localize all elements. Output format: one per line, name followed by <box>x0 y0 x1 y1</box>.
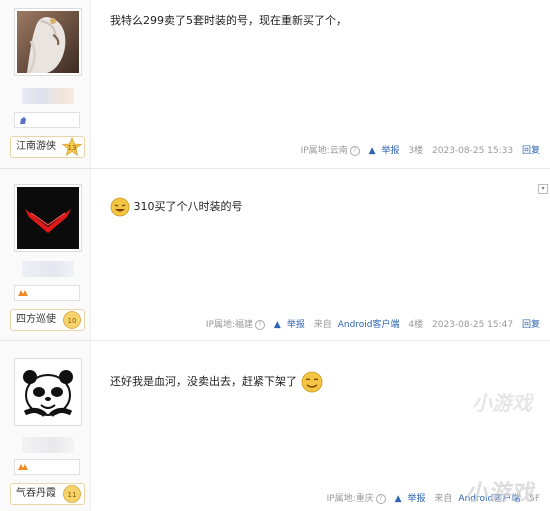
help-icon[interactable]: ? <box>349 145 360 156</box>
smug-emoji-icon <box>301 371 322 393</box>
level-number: 13 <box>68 144 77 152</box>
author-sidebar: 江南游侠 13 <box>0 0 91 168</box>
fan-badge-icon <box>18 290 28 296</box>
post-time: 2023-08-25 15:47 <box>432 320 514 330</box>
level-number: 11 <box>68 491 77 499</box>
avatar[interactable] <box>14 358 82 426</box>
post-time: 2023-08-25 15:33 <box>432 146 514 156</box>
title-badge[interactable]: 江南游侠 13 <box>10 136 85 158</box>
ip-location: IP属地:云南? <box>295 145 360 156</box>
title-badge[interactable]: 四方巡使 10 <box>10 309 85 331</box>
reply-link[interactable]: 回复 <box>522 320 540 330</box>
post-text: 还好我是血河，没卖出去，赶紧下架了 <box>110 375 297 388</box>
level-number: 10 <box>68 317 77 325</box>
author-sidebar: 气吞丹霞 11 <box>0 341 91 511</box>
post-meta: IP属地:云南? ▲ 举报 3楼 2023-08-25 15:33 回复 <box>289 143 540 156</box>
avatar[interactable] <box>14 184 82 252</box>
avatar-image <box>17 187 79 249</box>
help-icon[interactable]: ? <box>375 493 386 504</box>
report-link[interactable]: ▲ 举报 <box>395 494 426 504</box>
post-content: 还好我是血河，没卖出去，赶紧下架了 <box>110 371 323 393</box>
avatar[interactable] <box>14 8 82 76</box>
title-badge-label: 江南游侠 <box>16 141 56 152</box>
horse-badge-icon <box>20 117 26 124</box>
help-icon[interactable]: ? <box>255 319 266 330</box>
title-badge-label: 四方巡使 <box>16 314 56 325</box>
level-badge-icon: 10 <box>63 311 81 329</box>
title-badge-label: 气吞丹霞 <box>16 488 56 499</box>
post-content: 310买了个八时装的号 <box>110 197 243 217</box>
android-client-link[interactable]: Android客户端 <box>338 320 400 330</box>
fan-badge-icon <box>18 464 28 470</box>
reply-link[interactable]: 回复 <box>522 146 540 156</box>
post-floor-4: 四方巡使 10 310买了个八时装的号 小游戏 IP属地:福建? ▲ 举报 来自 A… <box>0 168 550 415</box>
post-meta: IP属地:福建? ▲ 举报 来自 Android客户端 4楼 2023-08-25 … <box>194 317 540 330</box>
badge-row <box>14 112 80 128</box>
level-star-icon: 13 <box>62 137 82 156</box>
laughing-emoji-icon <box>110 197 130 217</box>
badge-row <box>14 285 80 301</box>
ip-location: IP属地:重庆? <box>321 493 386 504</box>
level-badge-icon: 11 <box>63 485 81 503</box>
post-floor-3: 江南游侠 13 我特么299卖了5套时装的号，现在重新买了个， IP属地:云南?… <box>0 0 550 168</box>
ip-location: IP属地:福建? <box>200 319 266 330</box>
post-floor-5: 气吞丹霞 11 还好我是血河，没卖出去，赶紧下架了 IP属地:重庆? ▲ 举报 来… <box>0 340 550 511</box>
post-content: 我特么299卖了5套时装的号，现在重新买了个， <box>110 14 347 27</box>
badge-row <box>14 459 80 475</box>
avatar-image <box>17 11 79 74</box>
username-blurred[interactable] <box>22 88 74 104</box>
author-sidebar: 四方巡使 10 <box>0 169 91 341</box>
post-text: 310买了个八时装的号 <box>133 200 243 213</box>
avatar-image <box>17 361 79 423</box>
client-source: 来自 Android客户端 <box>313 320 400 330</box>
username-blurred[interactable] <box>22 261 74 277</box>
watermark: 小游戏 <box>464 481 534 506</box>
floor-number: 3楼 <box>408 146 424 156</box>
report-link[interactable]: ▲ 举报 <box>369 146 400 156</box>
floor-number: 4楼 <box>408 320 424 330</box>
title-badge[interactable]: 气吞丹霞 11 <box>10 483 85 505</box>
report-link[interactable]: ▲ 举报 <box>274 320 305 330</box>
username-blurred[interactable] <box>22 437 74 453</box>
